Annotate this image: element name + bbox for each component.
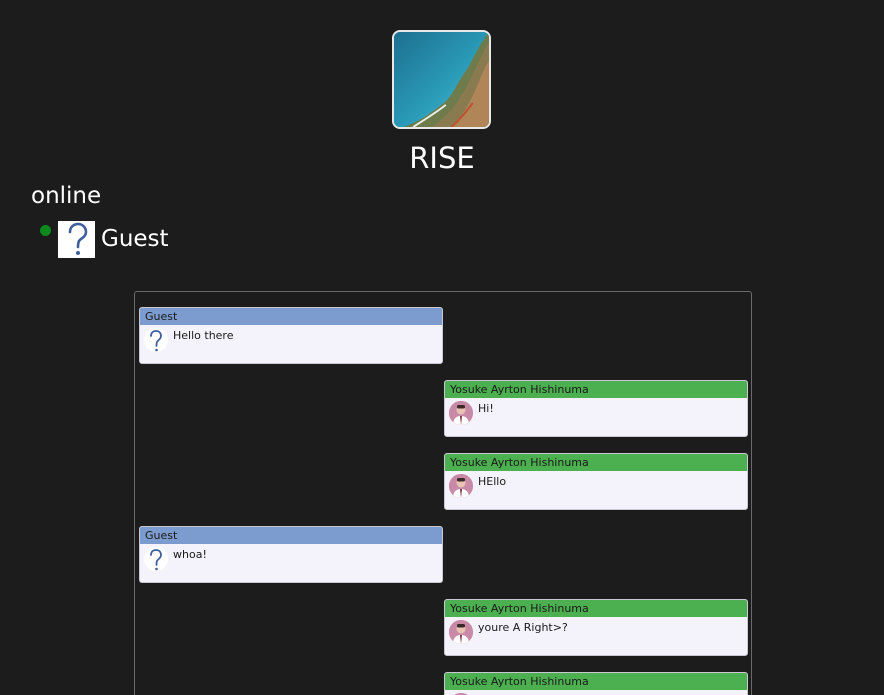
online-user-name: Guest <box>101 226 169 252</box>
message-body: HEllo <box>445 471 747 509</box>
question-mark-icon <box>144 547 168 571</box>
app-logo <box>392 30 491 129</box>
chat-panel[interactable]: Guest Hello there Yosuke Ayrton Hishinum… <box>134 291 752 695</box>
message-text: youre A Right>? <box>478 621 568 634</box>
online-heading: online <box>31 183 102 209</box>
message-sender: Yosuke Ayrton Hishinuma <box>445 600 747 617</box>
chat-message: Guest Hello there <box>139 307 443 364</box>
message-body: whoa! <box>140 544 442 582</box>
user-photo-icon <box>449 620 473 644</box>
message-body <box>445 690 747 695</box>
message-text: whoa! <box>173 548 207 561</box>
app-page: RISE online Guest Guest Hello there Yosu… <box>0 0 884 695</box>
coastline-image <box>394 32 489 127</box>
online-status-dot <box>40 225 51 236</box>
app-title: RISE <box>409 141 475 175</box>
user-photo-icon <box>449 401 473 425</box>
message-sender: Guest <box>140 308 442 325</box>
message-text: Hi! <box>478 402 494 415</box>
chat-message: Yosuke Ayrton Hishinuma youre A Right>? <box>444 599 748 656</box>
message-sender: Guest <box>140 527 442 544</box>
question-mark-icon <box>58 220 95 258</box>
chat-message: Yosuke Ayrton Hishinuma HEllo <box>444 453 748 510</box>
chat-message: Yosuke Ayrton Hishinuma <box>444 672 748 695</box>
message-sender: Yosuke Ayrton Hishinuma <box>445 673 747 690</box>
message-body: Hello there <box>140 325 442 363</box>
message-body: Hi! <box>445 398 747 436</box>
message-sender: Yosuke Ayrton Hishinuma <box>445 454 747 471</box>
message-body: youre A Right>? <box>445 617 747 655</box>
message-sender: Yosuke Ayrton Hishinuma <box>445 381 747 398</box>
message-text: HEllo <box>478 475 507 488</box>
chat-message: Yosuke Ayrton Hishinuma Hi! <box>444 380 748 437</box>
message-text: Hello there <box>173 329 234 342</box>
chat-message: Guest whoa! <box>139 526 443 583</box>
question-mark-icon <box>144 328 168 352</box>
user-photo-icon <box>449 474 473 498</box>
online-user-item[interactable]: Guest <box>40 219 169 259</box>
